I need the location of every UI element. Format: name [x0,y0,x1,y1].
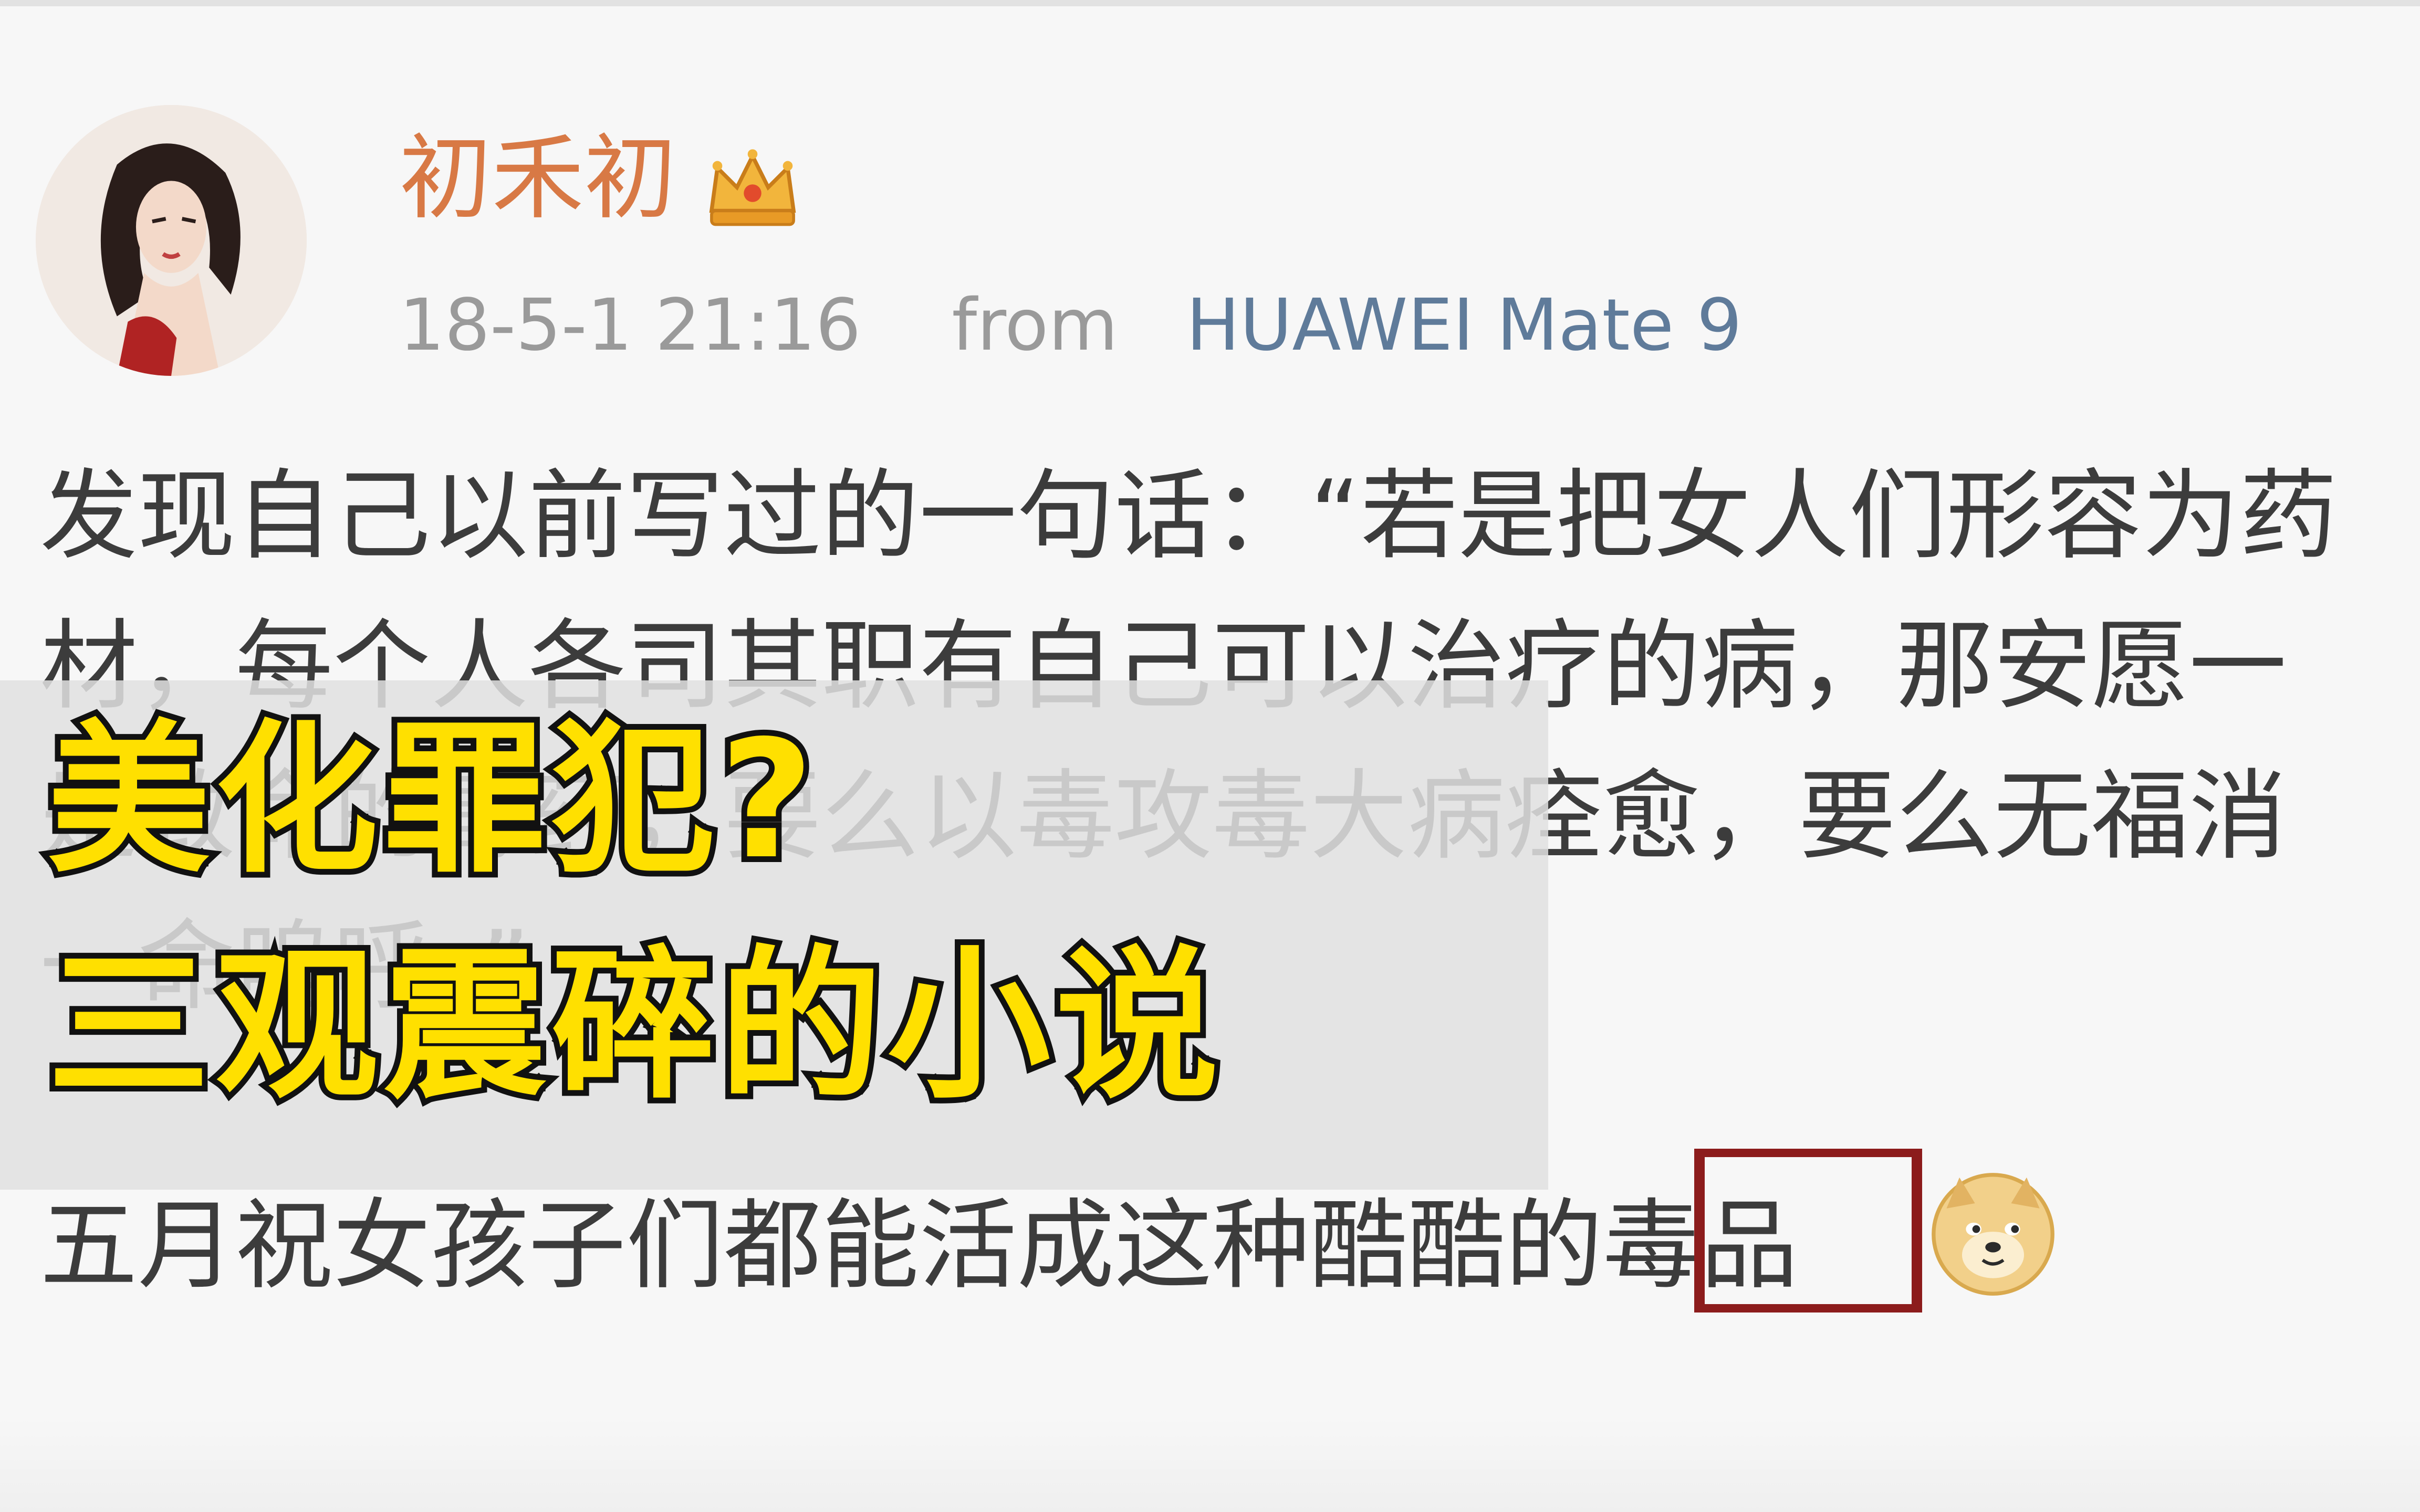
caption-line-2: 三观震碎的小说 [41,931,1224,1121]
timestamp: 18-5-1 21:16 [399,284,861,367]
device-name: HUAWEI Mate 9 [1186,284,1743,367]
highlight-box [1694,1149,1922,1312]
avatar[interactable] [36,105,307,376]
post-line-1: 发现自己以前写过的一句话：“若是把女人们形容为药 [40,459,2338,573]
post-closing-line: 五月祝女孩子们都能活成这种酷酷的毒品 [40,1189,1799,1303]
username[interactable]: 初禾初 [399,126,676,231]
caption-line-1: 美化罪犯? [41,706,820,895]
top-divider [0,0,2420,6]
doge-emoji-icon [1932,1173,2054,1296]
avatar-illustration [36,105,307,376]
bottom-fade [0,1418,2420,1512]
crown-icon [709,149,796,226]
from-label: from [952,284,1118,367]
post-meta: 18-5-1 21:16 from HUAWEI Mate 9 [399,284,1742,368]
